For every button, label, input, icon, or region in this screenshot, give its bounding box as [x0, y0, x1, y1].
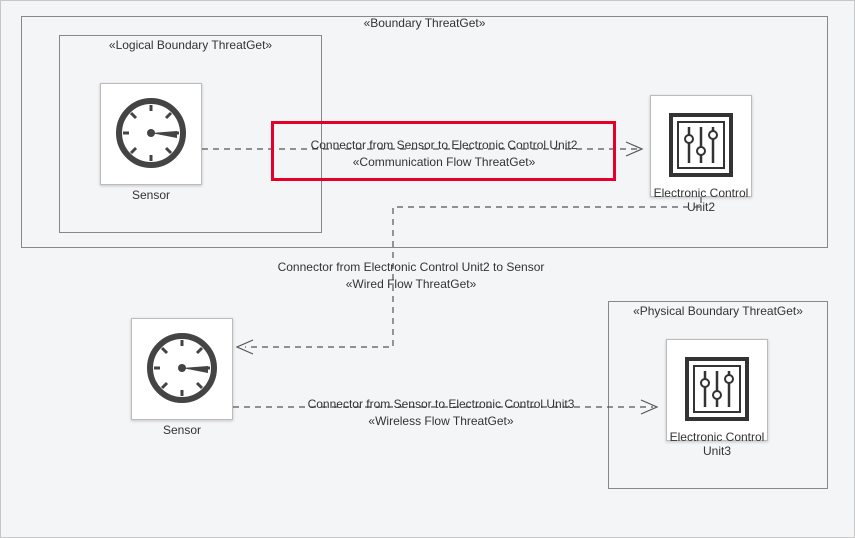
- connector2-label: Connector from Electronic Control Unit2 …: [261, 259, 561, 293]
- logical-boundary-label: «Logical Boundary ThreatGet»: [109, 38, 272, 52]
- ecu2-label: Electronic Control Unit2: [651, 186, 751, 214]
- connector3-label: Connector from Sensor to Electronic Cont…: [291, 396, 591, 430]
- outer-boundary-label: «Boundary ThreatGet»: [364, 16, 486, 30]
- ecu2-node[interactable]: Electronic Control Unit2: [650, 95, 752, 197]
- control-panel-icon: [661, 105, 741, 188]
- physical-boundary-label: «Physical Boundary ThreatGet»: [633, 304, 803, 318]
- connector1-line1: Connector from Sensor to Electronic Cont…: [294, 137, 594, 154]
- connector2-line1: Connector from Electronic Control Unit2 …: [261, 259, 561, 276]
- connector3-line2: «Wireless Flow ThreatGet»: [291, 413, 591, 430]
- gauge-icon: [111, 93, 191, 176]
- sensor-node-2[interactable]: Sensor: [131, 318, 233, 420]
- connector3-line1: Connector from Sensor to Electronic Cont…: [291, 396, 591, 413]
- ecu3-node[interactable]: Electronic Control Unit3: [666, 339, 768, 441]
- sensor-2-label: Sensor: [132, 423, 232, 437]
- gauge-icon: [142, 328, 222, 411]
- sensor-node-1[interactable]: Sensor: [100, 83, 202, 185]
- connector1-line2: «Communication Flow ThreatGet»: [294, 154, 594, 171]
- connector2-line2: «Wired Flow ThreatGet»: [261, 276, 561, 293]
- sensor-1-label: Sensor: [101, 188, 201, 202]
- ecu3-label: Electronic Control Unit3: [667, 430, 767, 458]
- control-panel-icon: [677, 349, 757, 432]
- connector1-label: Connector from Sensor to Electronic Cont…: [294, 137, 594, 171]
